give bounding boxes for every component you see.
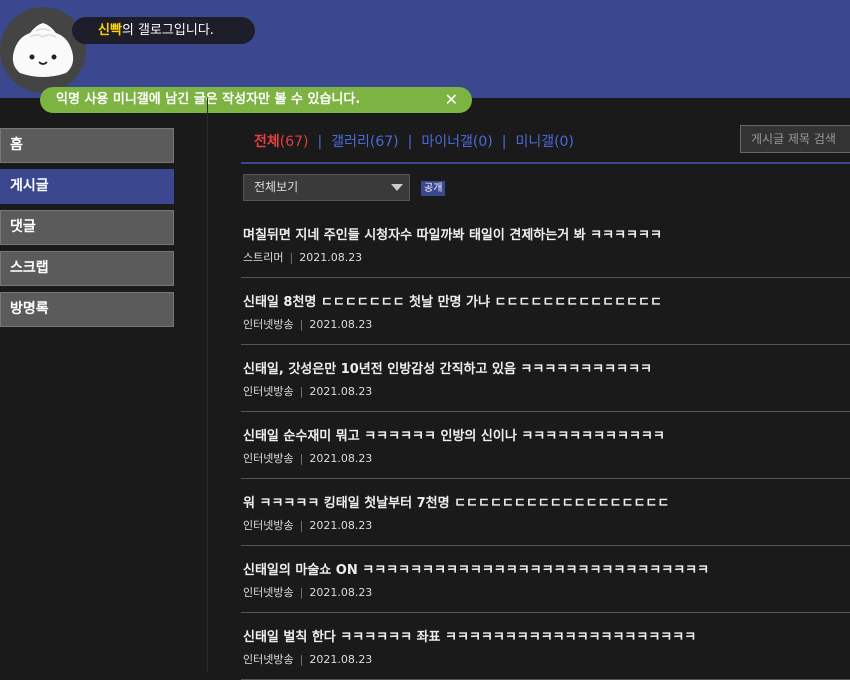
- meta-divider: |: [299, 318, 304, 331]
- tab-gallery-count: (67): [369, 134, 399, 150]
- meta-divider: |: [299, 653, 304, 666]
- post-title[interactable]: 신태일 8천명 ㄷㄷㄷㄷㄷㄷㄷ 첫날 만명 가냐 ㄷㄷㄷㄷㄷㄷㄷㄷㄷㄷㄷㄷㄷㄷ: [243, 291, 662, 310]
- sidebar-item-comments[interactable]: 댓글: [0, 210, 174, 245]
- gallog-title-suffix: 의 갤로그입니다.: [121, 23, 214, 38]
- post-meta: 인터넷방송 | 2021.08.23: [243, 584, 372, 600]
- meta-divider: |: [299, 586, 304, 599]
- post-title[interactable]: 신태일 벌칙 한다 ㅋㅋㅋㅋㅋㅋ 좌표 ㅋㅋㅋㅋㅋㅋㅋㅋㅋㅋㅋㅋㅋㅋㅋㅋㅋㅋㅋㅋ…: [243, 626, 696, 645]
- post-search-input[interactable]: 게시글 제목 검색: [740, 125, 850, 153]
- tab-mini-gallery-count: (0): [554, 134, 574, 150]
- post-item[interactable]: 워 ㅋㅋㅋㅋㅋ 킹태일 첫날부터 7천명 ㄷㄷㄷㄷㄷㄷㄷㄷㄷㄷㄷㄷㄷㄷㄷㄷㄷㄷ …: [241, 479, 850, 546]
- post-title[interactable]: 신태일의 마술쇼 ON ㅋㅋㅋㅋㅋㅋㅋㅋㅋㅋㅋㅋㅋㅋㅋㅋㅋㅋㅋㅋㅋㅋㅋㅋㅋㅋㅋㅋ…: [243, 559, 709, 578]
- filter-selected-value: 전체보기: [254, 180, 299, 194]
- post-title[interactable]: 신태일 순수재미 뭐고 ㅋㅋㅋㅋㅋㅋ 인방의 신이나 ㅋㅋㅋㅋㅋㅋㅋㅋㅋㅋㅋㅋ: [243, 425, 665, 444]
- sidebar-nav: 홈 게시글 댓글 스크랩 방명록: [0, 128, 175, 333]
- post-gallery: 스트리머: [243, 251, 284, 264]
- tab-gallery[interactable]: 갤러리(67): [331, 134, 398, 150]
- post-date: 2021.08.23: [309, 385, 373, 398]
- post-item[interactable]: 신태일 8천명 ㄷㄷㄷㄷㄷㄷㄷ 첫날 만명 가냐 ㄷㄷㄷㄷㄷㄷㄷㄷㄷㄷㄷㄷㄷㄷ …: [241, 278, 850, 345]
- meta-divider: |: [299, 519, 304, 532]
- post-item[interactable]: 며칠뒤면 지네 주인들 시청자수 따일까봐 태일이 견제하는거 봐 ㅋㅋㅋㅋㅋㅋ…: [241, 211, 850, 278]
- filter-select[interactable]: 전체보기: [243, 174, 410, 201]
- tab-mini-gallery[interactable]: 미니갤(0): [515, 134, 573, 150]
- visibility-badge: 공개: [421, 181, 446, 196]
- post-date: 2021.08.23: [309, 653, 373, 666]
- post-item[interactable]: 신태일 벌칙 한다 ㅋㅋㅋㅋㅋㅋ 좌표 ㅋㅋㅋㅋㅋㅋㅋㅋㅋㅋㅋㅋㅋㅋㅋㅋㅋㅋㅋㅋ…: [241, 613, 850, 680]
- gallog-header: [0, 0, 850, 98]
- post-meta: 인터넷방송 | 2021.08.23: [243, 651, 372, 667]
- chevron-down-icon: [391, 184, 403, 191]
- post-item[interactable]: 신태일 순수재미 뭐고 ㅋㅋㅋㅋㅋㅋ 인방의 신이나 ㅋㅋㅋㅋㅋㅋㅋㅋㅋㅋㅋㅋ …: [241, 412, 850, 479]
- post-date: 2021.08.23: [309, 586, 373, 599]
- post-meta: 인터넷방송 | 2021.08.23: [243, 316, 372, 332]
- sidebar-item-posts[interactable]: 게시글: [0, 169, 174, 204]
- post-date: 2021.08.23: [309, 318, 373, 331]
- post-item[interactable]: 신태일, 갓성은만 10년전 인방감성 간직하고 있음 ㅋㅋㅋㅋㅋㅋㅋㅋㅋㅋㅋ …: [241, 345, 850, 412]
- post-title[interactable]: 워 ㅋㅋㅋㅋㅋ 킹태일 첫날부터 7천명 ㄷㄷㄷㄷㄷㄷㄷㄷㄷㄷㄷㄷㄷㄷㄷㄷㄷㄷ: [243, 492, 669, 511]
- post-gallery: 인터넷방송: [243, 385, 294, 398]
- post-list: 며칠뒤면 지네 주인들 시청자수 따일까봐 태일이 견제하는거 봐 ㅋㅋㅋㅋㅋㅋ…: [241, 211, 850, 680]
- post-title[interactable]: 신태일, 갓성은만 10년전 인방감성 간직하고 있음 ㅋㅋㅋㅋㅋㅋㅋㅋㅋㅋㅋ: [243, 358, 652, 377]
- tab-all-count: (67): [279, 134, 309, 150]
- sidebar-item-guestbook[interactable]: 방명록: [0, 292, 174, 327]
- owner-nickname[interactable]: 신빡: [98, 23, 122, 38]
- post-gallery: 인터넷방송: [243, 318, 294, 331]
- tab-minor-gallery-label: 마이너갤: [421, 134, 473, 150]
- post-item[interactable]: 신태일의 마술쇼 ON ㅋㅋㅋㅋㅋㅋㅋㅋㅋㅋㅋㅋㅋㅋㅋㅋㅋㅋㅋㅋㅋㅋㅋㅋㅋㅋㅋㅋ…: [241, 546, 850, 613]
- post-title[interactable]: 며칠뒤면 지네 주인들 시청자수 따일까봐 태일이 견제하는거 봐 ㅋㅋㅋㅋㅋㅋ: [243, 224, 662, 243]
- post-gallery: 인터넷방송: [243, 586, 294, 599]
- post-date: 2021.08.23: [309, 452, 373, 465]
- meta-divider: |: [299, 385, 304, 398]
- gallog-owner-label: 신빡의 갤로그입니다.: [72, 17, 255, 44]
- post-tabs: 전체(67) | 갤러리(67) | 마이너갤(0) | 미니갤(0): [254, 131, 574, 151]
- post-meta: 스트리머 | 2021.08.23: [243, 249, 362, 265]
- post-meta: 인터넷방송 | 2021.08.23: [243, 383, 372, 399]
- tab-mini-gallery-label: 미니갤: [515, 134, 555, 150]
- notice-text: 익명 사용 미니갤에 남긴 글은 작성자만 볼 수 있습니다.: [56, 92, 361, 107]
- tab-separator: |: [317, 134, 323, 150]
- post-gallery: 인터넷방송: [243, 452, 294, 465]
- post-date: 2021.08.23: [299, 251, 363, 264]
- tab-separator: |: [407, 134, 413, 150]
- tab-minor-gallery-count: (0): [472, 134, 493, 150]
- post-gallery: 인터넷방송: [243, 519, 294, 532]
- tab-minor-gallery[interactable]: 마이너갤(0): [421, 134, 492, 150]
- profile-avatar[interactable]: [0, 7, 86, 93]
- post-gallery: 인터넷방송: [243, 653, 294, 666]
- sidebar-item-home[interactable]: 홈: [0, 128, 174, 163]
- tab-underline: [241, 162, 850, 164]
- meta-divider: |: [299, 452, 304, 465]
- post-meta: 인터넷방송 | 2021.08.23: [243, 517, 372, 533]
- meta-divider: |: [289, 251, 294, 264]
- tab-gallery-label: 갤러리: [331, 134, 370, 150]
- dumpling-icon: [12, 23, 74, 77]
- notice-banner: 익명 사용 미니갤에 남긴 글은 작성자만 볼 수 있습니다. ✕: [40, 87, 472, 113]
- tab-separator: |: [501, 134, 507, 150]
- close-icon[interactable]: ✕: [445, 87, 458, 113]
- tab-all[interactable]: 전체(67): [254, 134, 309, 150]
- post-meta: 인터넷방송 | 2021.08.23: [243, 450, 372, 466]
- post-date: 2021.08.23: [309, 519, 373, 532]
- column-divider: [207, 98, 208, 673]
- tab-all-label: 전체: [254, 134, 280, 150]
- sidebar-item-scrap[interactable]: 스크랩: [0, 251, 174, 286]
